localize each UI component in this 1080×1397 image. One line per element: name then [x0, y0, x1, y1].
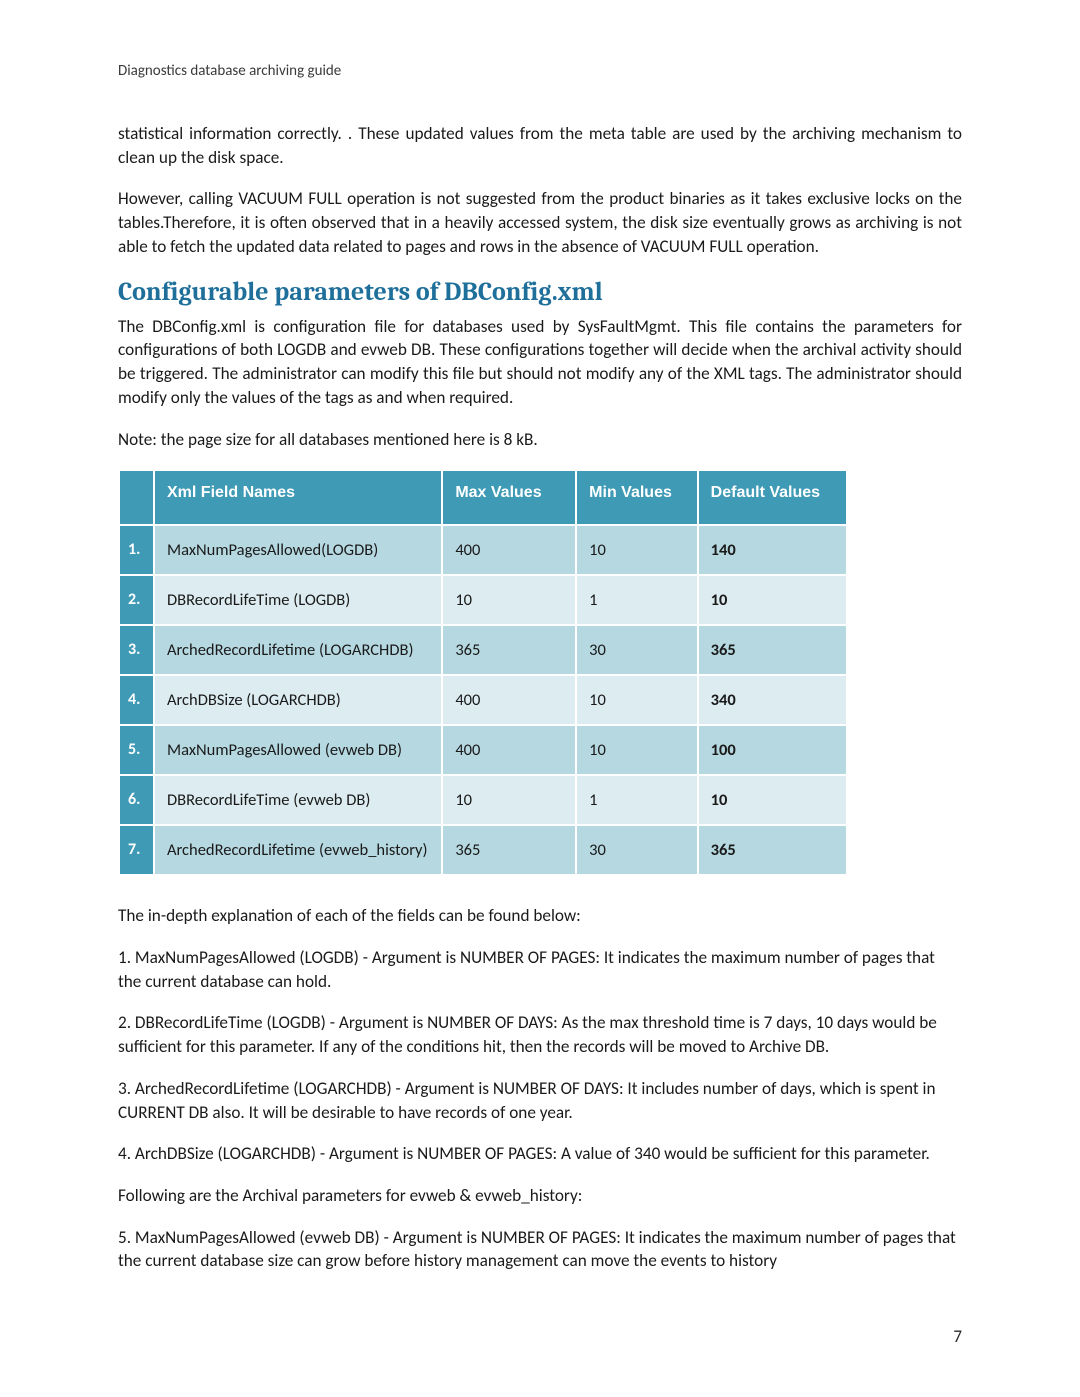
cell-max: 10: [442, 575, 576, 625]
paragraph-intro-2: However, calling VACUUM FULL operation i…: [118, 187, 962, 258]
cell-min: 10: [576, 525, 698, 575]
row-number: 4.: [119, 675, 154, 725]
cell-name: ArchedRecordLifetime (LOGARCHDB): [154, 625, 442, 675]
cell-min: 30: [576, 625, 698, 675]
table-row: 6. DBRecordLifeTime (evweb DB) 10 1 10: [119, 775, 847, 825]
cell-def: 365: [698, 825, 847, 875]
table-row: 2. DBRecordLifeTime (LOGDB) 10 1 10: [119, 575, 847, 625]
cell-def: 140: [698, 525, 847, 575]
paragraph-explanation-1: 1. MaxNumPagesAllowed (LOGDB) - Argument…: [118, 946, 962, 993]
cell-name: DBRecordLifeTime (LOGDB): [154, 575, 442, 625]
table-row: 4. ArchDBSize (LOGARCHDB) 400 10 340: [119, 675, 847, 725]
table-row: 5. MaxNumPagesAllowed (evweb DB) 400 10 …: [119, 725, 847, 775]
paragraph-explanation-4: 4. ArchDBSize (LOGARCHDB) - Argument is …: [118, 1142, 962, 1166]
doc-header-title: Diagnostics database archiving guide: [118, 62, 962, 80]
cell-name: ArchDBSize (LOGARCHDB): [154, 675, 442, 725]
row-number: 6.: [119, 775, 154, 825]
cell-name: ArchedRecordLifetime (evweb_history): [154, 825, 442, 875]
paragraph-config-desc: The DBConfig.xml is configuration file f…: [118, 315, 962, 410]
cell-min: 10: [576, 675, 698, 725]
section-heading-configurable-parameters: Configurable parameters of DBConfig.xml: [118, 277, 962, 307]
cell-max: 400: [442, 675, 576, 725]
paragraph-intro-1: statistical information correctly. . The…: [118, 122, 962, 169]
paragraph-explanation-3: 3. ArchedRecordLifetime (LOGARCHDB) - Ar…: [118, 1077, 962, 1124]
row-number: 5.: [119, 725, 154, 775]
paragraph-below-table: The in-depth explanation of each of the …: [118, 904, 962, 928]
cell-name: DBRecordLifeTime (evweb DB): [154, 775, 442, 825]
cell-name: MaxNumPagesAllowed (evweb DB): [154, 725, 442, 775]
cell-max: 400: [442, 525, 576, 575]
table-header-min: Min Values: [576, 470, 698, 525]
cell-max: 365: [442, 825, 576, 875]
paragraph-explanation-5: 5. MaxNumPagesAllowed (evweb DB) - Argum…: [118, 1226, 962, 1273]
row-number: 7.: [119, 825, 154, 875]
cell-def: 100: [698, 725, 847, 775]
table-header-default: Default Values: [698, 470, 847, 525]
cell-min: 10: [576, 725, 698, 775]
cell-max: 400: [442, 725, 576, 775]
row-number: 3.: [119, 625, 154, 675]
cell-name: MaxNumPagesAllowed(LOGDB): [154, 525, 442, 575]
table-row: 7. ArchedRecordLifetime (evweb_history) …: [119, 825, 847, 875]
cell-def: 10: [698, 575, 847, 625]
table-header-row: Xml Field Names Max Values Min Values De…: [119, 470, 847, 525]
table-row: 3. ArchedRecordLifetime (LOGARCHDB) 365 …: [119, 625, 847, 675]
page-number: 7: [953, 1326, 962, 1347]
cell-def: 340: [698, 675, 847, 725]
cell-def: 10: [698, 775, 847, 825]
row-number: 1.: [119, 525, 154, 575]
paragraph-explanation-subhead: Following are the Archival parameters fo…: [118, 1184, 962, 1208]
cell-min: 30: [576, 825, 698, 875]
table-header-xml-field: Xml Field Names: [154, 470, 442, 525]
cell-def: 365: [698, 625, 847, 675]
row-number: 2.: [119, 575, 154, 625]
cell-max: 365: [442, 625, 576, 675]
paragraph-note: Note: the page size for all databases me…: [118, 428, 962, 452]
cell-max: 10: [442, 775, 576, 825]
cell-min: 1: [576, 575, 698, 625]
table-header-blank: [119, 470, 154, 525]
cell-min: 1: [576, 775, 698, 825]
parameters-table: Xml Field Names Max Values Min Values De…: [118, 469, 848, 876]
table-row: 1. MaxNumPagesAllowed(LOGDB) 400 10 140: [119, 525, 847, 575]
paragraph-explanation-2: 2. DBRecordLifeTime (LOGDB) - Argument i…: [118, 1011, 962, 1058]
table-header-max: Max Values: [442, 470, 576, 525]
